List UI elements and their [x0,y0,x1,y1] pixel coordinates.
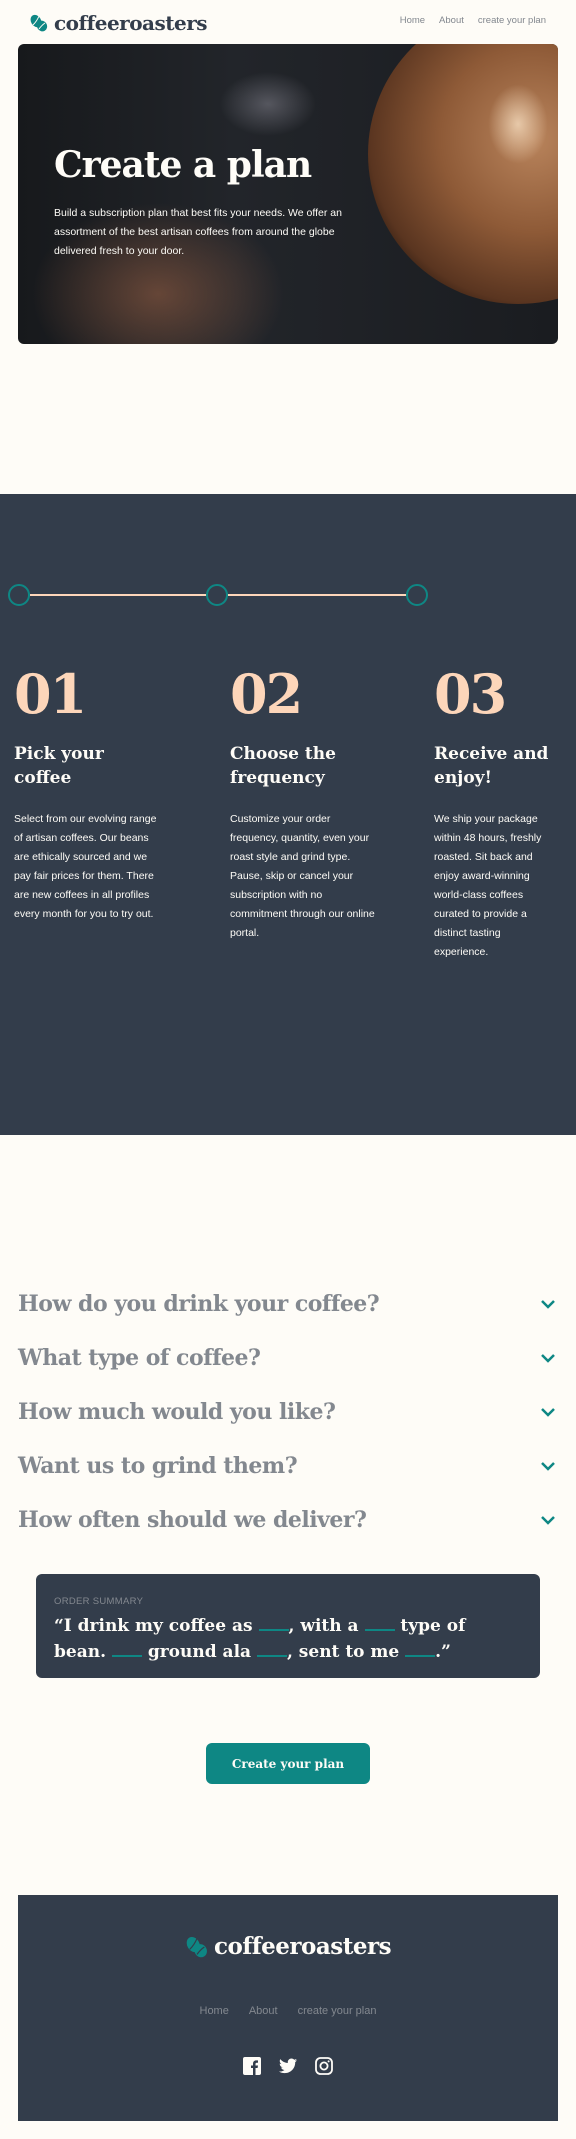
chevron-down-icon[interactable] [538,1456,558,1476]
footer-home-link[interactable]: Home [200,2005,229,2017]
summary-blank [405,1643,436,1657]
question-label: How often should we deliver? [18,1507,367,1533]
footer-brand-name: coffeeroasters [214,1933,392,1960]
question-coffee-type[interactable]: What type of coffee? [18,1343,558,1373]
coffee-bean-icon [186,1936,208,1958]
footer-logo[interactable]: coffeeroasters [186,1933,392,1960]
summary-fragment: “I drink my coffee as [54,1616,253,1636]
footer-about-link[interactable]: About [249,2005,278,2017]
step-2: 02 Choose the frequency Customize your o… [230,664,390,943]
step-title: Receive and enjoy! [434,744,549,788]
timeline-line [30,594,211,596]
question-quantity[interactable]: How much would you like? [18,1397,558,1427]
step-description: Customize your order frequency, quantity… [230,813,375,939]
summary-blank [364,1617,395,1631]
order-summary-text: “I drink my coffee as , with a type of b… [54,1613,522,1665]
question-delivery[interactable]: How often should we deliver? [18,1505,558,1535]
timeline-circle [8,584,30,606]
instagram-icon[interactable] [315,2057,333,2075]
main-nav: Home About create your plan [400,15,546,26]
order-summary-label: ORDER SUMMARY [54,1596,144,1607]
question-label: What type of coffee? [18,1345,261,1371]
step-number: 02 [230,662,303,726]
coffee-cup-image [368,44,558,304]
twitter-icon[interactable] [279,2057,297,2075]
hero-banner: Create a plan Build a subscription plan … [18,44,558,344]
summary-fragment: , sent to me [286,1642,400,1662]
summary-blank [256,1643,287,1657]
timeline-line [227,594,408,596]
chevron-down-icon[interactable] [538,1294,558,1314]
question-label: How much would you like? [18,1399,336,1425]
summary-fragment: , with a [288,1616,359,1636]
logo[interactable]: coffeeroasters [30,11,208,35]
latte-art-image [488,84,548,164]
question-how-drink[interactable]: How do you drink your coffee? [18,1289,558,1319]
create-plan-button[interactable]: Create your plan [206,1743,370,1784]
chevron-down-icon[interactable] [538,1402,558,1422]
summary-fragment: .” [435,1642,451,1662]
social-links [18,2057,558,2075]
step-number: 03 [434,662,507,726]
nav-plan-link[interactable]: create your plan [478,15,546,26]
question-label: How do you drink your coffee? [18,1291,380,1317]
footer-plan-link[interactable]: create your plan [298,2005,377,2017]
step-description: Select from our evolving range of artisa… [14,813,157,920]
chevron-down-icon[interactable] [538,1348,558,1368]
order-summary: ORDER SUMMARY “I drink my coffee as , wi… [36,1574,540,1678]
coffee-bean-icon [30,14,48,32]
step-title: Choose the frequency [230,744,336,788]
timeline-circle [206,584,228,606]
step-description: We ship your package within 48 hours, fr… [434,813,542,958]
step-number: 01 [14,662,87,726]
site-footer: coffeeroasters Home About create your pl… [18,1895,558,2121]
hero-description: Build a subscription plan that best fits… [54,207,342,257]
chevron-down-icon[interactable] [538,1510,558,1530]
facebook-icon[interactable] [243,2057,261,2075]
footer-nav: Home About create your plan [18,2005,558,2017]
brand-name: coffeeroasters [54,11,208,35]
summary-blank [258,1617,289,1631]
step-title: Pick your coffee [14,744,104,788]
summary-fragment: ground ala [147,1642,252,1662]
timeline-circle [406,584,428,606]
site-header: coffeeroasters Home About create your pl… [0,0,576,44]
question-label: Want us to grind them? [18,1453,298,1479]
summary-blank [111,1643,142,1657]
question-grind[interactable]: Want us to grind them? [18,1451,558,1481]
how-it-works-section: 01 Pick your coffee Select from our evol… [0,494,576,1135]
nav-home-link[interactable]: Home [400,15,425,26]
step-1: 01 Pick your coffee Select from our evol… [14,664,174,924]
nav-about-link[interactable]: About [439,15,464,26]
hero-title: Create a plan [54,144,312,186]
step-3: 03 Receive and enjoy! We ship your packa… [434,664,576,962]
